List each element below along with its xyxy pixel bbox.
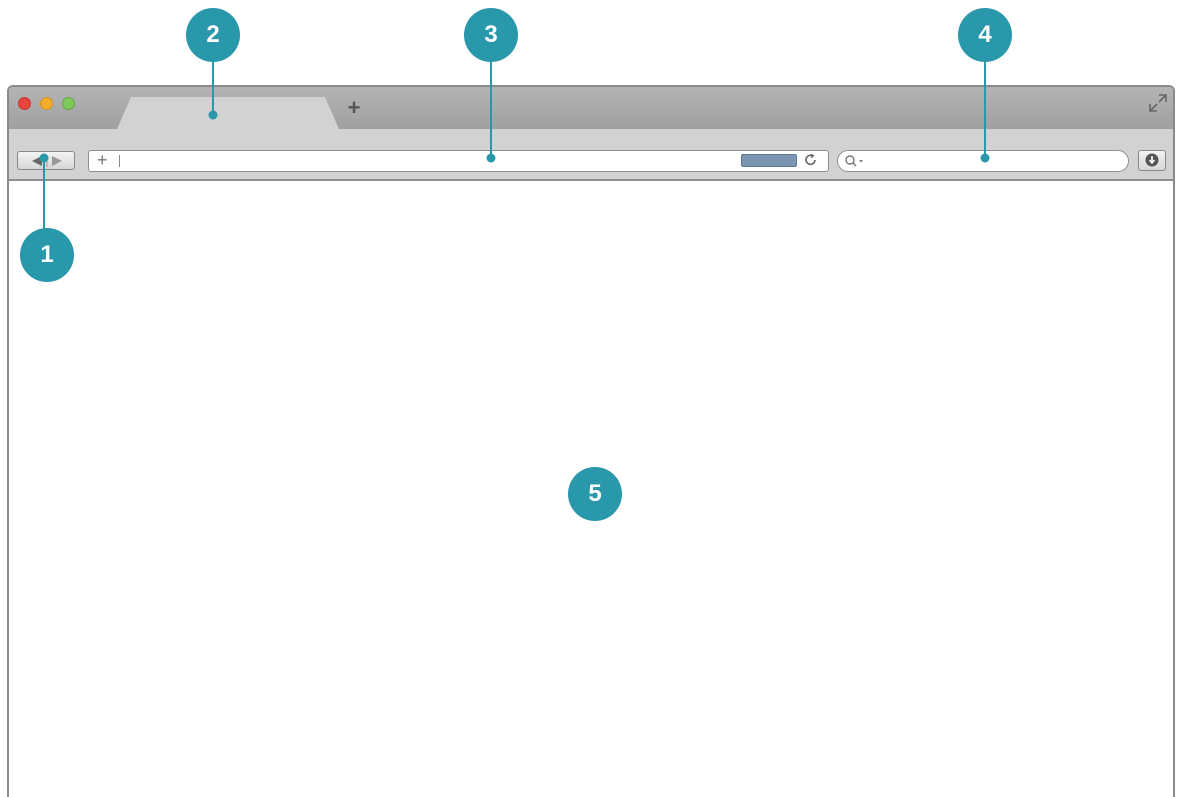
callout-4-marker: 4 — [958, 8, 1012, 62]
browser-window: + + — [7, 85, 1175, 797]
callout-4-anchor — [980, 153, 990, 163]
address-bar[interactable]: + — [88, 150, 829, 172]
zoom-window-icon[interactable] — [62, 97, 75, 110]
reload-icon[interactable] — [803, 152, 819, 168]
new-tab-button[interactable]: + — [344, 97, 364, 119]
tab-bar: + — [9, 87, 1173, 129]
callout-1-leader — [43, 158, 45, 232]
callout-3-anchor — [486, 153, 496, 163]
fullscreen-icon[interactable] — [1147, 92, 1169, 114]
page-load-progress — [741, 154, 797, 167]
callout-3-marker: 3 — [464, 8, 518, 62]
callout-2-marker: 2 — [186, 8, 240, 62]
minimize-window-icon[interactable] — [40, 97, 53, 110]
close-window-icon[interactable] — [18, 97, 31, 110]
download-icon — [1145, 153, 1159, 167]
callout-4-leader — [984, 60, 986, 158]
search-icon[interactable] — [844, 154, 868, 168]
callout-1-anchor — [39, 153, 49, 163]
callout-2-leader — [212, 60, 214, 116]
callout-2-anchor — [208, 110, 218, 120]
callout-3-leader — [490, 60, 492, 158]
toolbar: + — [9, 129, 1173, 181]
downloads-button[interactable] — [1138, 150, 1166, 171]
callout-1-marker: 1 — [20, 228, 74, 282]
callout-5-marker: 5 — [568, 467, 622, 521]
browser-tab[interactable] — [117, 97, 339, 129]
text-cursor — [119, 155, 120, 167]
add-bookmark-button[interactable]: + — [97, 150, 108, 170]
